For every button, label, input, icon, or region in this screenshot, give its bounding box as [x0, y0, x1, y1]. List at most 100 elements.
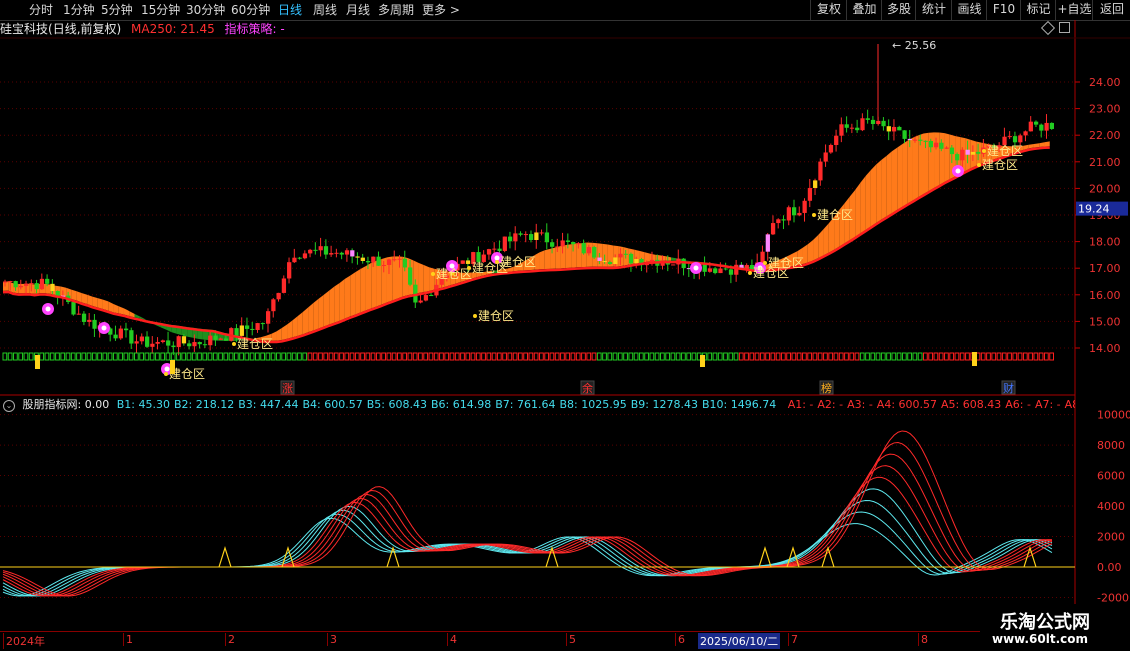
signal-ribbon-cell — [554, 352, 560, 361]
candle-body — [18, 285, 24, 288]
event-marker-1: 余 — [582, 381, 593, 395]
trend-band-segment — [302, 307, 309, 335]
signal-ribbon-cell — [875, 352, 881, 361]
trend-band-segment — [418, 262, 424, 294]
signal-ribbon-cell — [523, 352, 528, 361]
price-tick-label: 23.00 — [1089, 103, 1121, 116]
signal-ribbon-cell — [55, 352, 60, 361]
signal-ribbon-cell — [160, 352, 166, 361]
candle-body — [923, 140, 928, 142]
trend-band-segment — [870, 164, 877, 227]
signal-ribbon-cell — [475, 352, 481, 361]
signal-label: 建仓区 — [478, 309, 514, 323]
signal-ribbon-cell — [923, 352, 928, 361]
trend-band-segment — [102, 299, 109, 311]
trend-band-segment — [81, 293, 88, 305]
event-marker-2: 榜 — [821, 381, 832, 395]
date-label-1: 1 — [123, 633, 133, 646]
candle-body — [87, 319, 92, 322]
yellow-signal-bar — [35, 355, 40, 369]
signal-ribbon-cell — [901, 352, 907, 361]
trend-band-segment — [576, 243, 582, 268]
signal-ribbon-cell — [391, 352, 397, 361]
signal-ribbon-cell — [218, 352, 223, 361]
indicator-a7: A7: - — [1034, 398, 1061, 411]
signal-ribbon-cell — [481, 352, 486, 361]
signal-ribbon-cell — [239, 352, 244, 361]
candle-body — [281, 278, 287, 293]
candle-body — [907, 138, 912, 141]
signal-ribbon-cell — [759, 352, 765, 361]
candle-body — [618, 253, 623, 258]
signal-ribbon-cell — [844, 352, 849, 361]
signal-ribbon-cell — [544, 352, 550, 361]
candle-body — [360, 257, 365, 261]
candle-body — [870, 119, 876, 124]
signal-ribbon-cell — [91, 352, 97, 361]
signal-ribbon-cell — [360, 352, 365, 361]
trend-band-segment — [45, 283, 51, 294]
candle-body — [897, 126, 902, 131]
signal-ribbon-cell — [444, 352, 450, 361]
trend-band-segment — [334, 282, 340, 323]
candle-body — [955, 154, 960, 161]
signal-ribbon-cell — [780, 352, 786, 361]
signal-flower-center — [101, 325, 107, 331]
signal-ribbon-cell — [286, 352, 292, 361]
candle-body — [844, 124, 849, 128]
signal-ribbon-cell — [139, 352, 145, 361]
candle-body — [939, 142, 944, 149]
signal-ribbon-cell — [1033, 352, 1039, 361]
candle-body — [544, 232, 550, 243]
candle-body — [123, 328, 129, 331]
price-tick-label: 16.00 — [1089, 289, 1121, 302]
date-label-2: 2 — [225, 633, 235, 646]
signal-ribbon-cell — [638, 352, 644, 361]
candle-body — [492, 248, 497, 250]
candle-body — [818, 161, 823, 181]
signal-ribbon-cell — [775, 352, 781, 361]
candle-body — [255, 323, 260, 330]
signal-ribbon-cell — [491, 352, 497, 361]
indicator-wave-line — [2, 499, 1053, 597]
indicator-b7: B7: 761.64 — [495, 398, 556, 411]
candle-body — [965, 149, 970, 155]
candle-body — [723, 268, 728, 270]
candle-body — [202, 344, 208, 346]
trend-band-segment — [365, 262, 372, 311]
signal-ribbon-cell — [144, 352, 150, 361]
candle-body — [465, 260, 471, 264]
signal-ribbon-cell — [454, 352, 460, 361]
signal-label: 建仓区 — [500, 255, 536, 269]
candle-body — [797, 212, 802, 216]
indicator-collapse-icon[interactable]: ⌄ — [3, 400, 15, 412]
candle-body — [408, 267, 413, 285]
candle-body — [813, 180, 818, 188]
signal-ribbon-cell — [370, 352, 376, 361]
candle-body — [371, 256, 376, 263]
candle-body — [944, 147, 949, 149]
candle-body — [849, 127, 855, 129]
signal-ribbon-cell — [102, 352, 108, 361]
trend-band-segment — [281, 324, 288, 341]
trend-band-segment — [18, 283, 25, 294]
signal-dot — [467, 266, 471, 270]
candle-body — [71, 302, 76, 315]
signal-ribbon-cell — [681, 352, 686, 361]
signal-ribbon-cell — [249, 352, 255, 361]
signal-ribbon-cell — [191, 352, 197, 361]
candle-body — [24, 283, 29, 286]
candle-body — [302, 253, 308, 259]
trend-band-segment — [686, 260, 693, 262]
candle-body — [891, 126, 897, 132]
signal-ribbon-cell — [439, 352, 444, 361]
signal-ribbon-cell — [649, 352, 655, 361]
date-label-3: 3 — [327, 633, 337, 646]
signal-ribbon-cell — [539, 352, 544, 361]
signal-flower-center — [693, 265, 699, 271]
candle-body — [607, 262, 613, 265]
date-label-0: 2024年 — [3, 633, 45, 649]
trend-band-segment — [918, 133, 924, 198]
candle-body — [634, 259, 639, 264]
kline-chart[interactable]: 24.0023.0022.0021.0020.0019.0018.0017.00… — [0, 0, 1130, 650]
